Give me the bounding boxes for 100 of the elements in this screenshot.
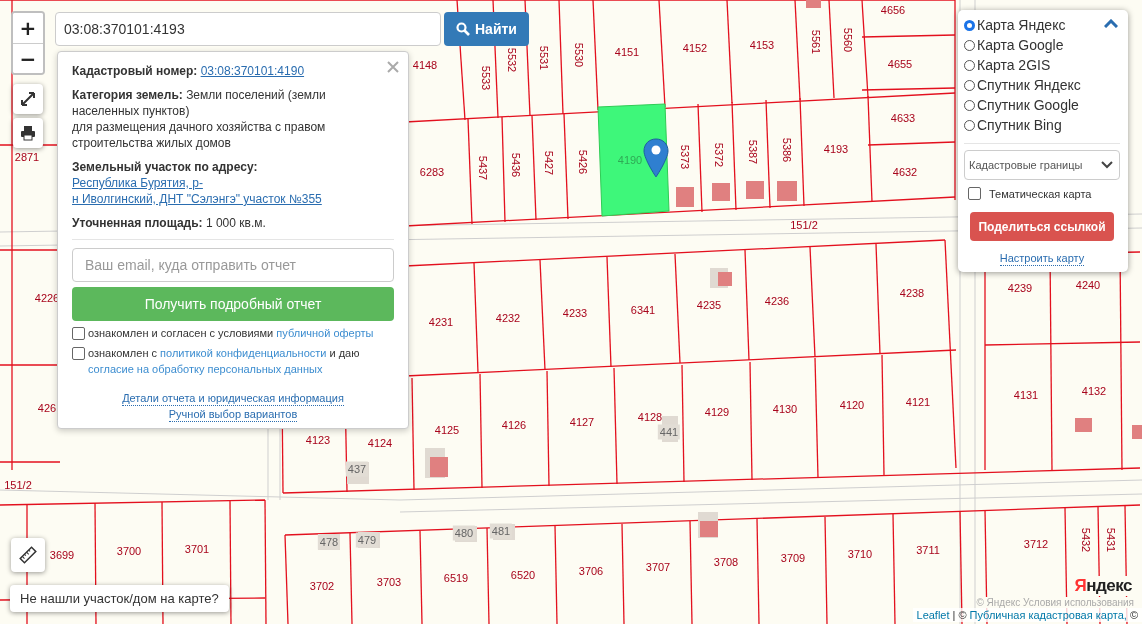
parcel-number[interactable]: 5373	[678, 144, 690, 170]
zoom-out-button[interactable]: −	[13, 43, 43, 73]
details-link[interactable]: Детали отчета и юридическая информация	[122, 391, 344, 406]
parcel-number[interactable]: 3701	[184, 543, 210, 555]
info-link[interactable]: Республика Бурятия, р-	[72, 176, 203, 190]
parcel-number[interactable]: 5431	[1104, 527, 1116, 553]
parcel-number[interactable]: 6283	[419, 166, 445, 178]
parcel-number[interactable]: 6519	[443, 572, 469, 584]
parcel-number[interactable]: 5386	[780, 137, 792, 163]
parcel-number[interactable]: 3712	[1023, 538, 1049, 550]
parcel-number[interactable]: 4132	[1081, 385, 1107, 397]
house-number[interactable]: 479	[355, 532, 379, 548]
parcel-number[interactable]: 3699	[49, 549, 75, 561]
parcel-number[interactable]: 5531	[537, 45, 549, 71]
parcel-number[interactable]: 5561	[809, 29, 821, 55]
attribution-link[interactable]: Leaflet	[916, 609, 950, 621]
parcel-number[interactable]: 4656	[880, 4, 906, 16]
parcel-number[interactable]: 5533	[479, 65, 491, 91]
location-pin-icon[interactable]	[643, 138, 669, 178]
parcel-number[interactable]: 4120	[839, 399, 865, 411]
agreement-link[interactable]: согласие на обработку персональных данных	[88, 363, 323, 375]
details-link[interactable]: Ручной выбор вариантов	[168, 407, 298, 422]
parcel-number[interactable]: 4121	[905, 396, 931, 408]
agreement-link[interactable]: публичной оферты	[276, 327, 374, 339]
parcel-number[interactable]: 5427	[542, 150, 554, 176]
fullscreen-button[interactable]	[13, 84, 43, 114]
parcel-number[interactable]: 5530	[572, 42, 584, 68]
parcel-number[interactable]: 4633	[890, 112, 916, 124]
agreement-checkbox[interactable]	[72, 347, 85, 360]
parcel-number[interactable]: 4151	[614, 46, 640, 58]
parcel-number[interactable]: 4239	[1007, 282, 1033, 294]
parcel-number[interactable]: 4131	[1013, 389, 1039, 401]
parcel-number[interactable]: 6520	[510, 569, 536, 581]
parcel-number[interactable]: 3708	[713, 556, 739, 568]
print-button[interactable]	[13, 118, 43, 148]
parcel-number[interactable]: 3711	[916, 544, 940, 556]
parcel-number[interactable]: 5436	[509, 152, 521, 178]
map-type-option[interactable]: Карта Google	[964, 35, 1081, 55]
parcel-number[interactable]: 4238	[899, 287, 925, 299]
map-type-option[interactable]: Карта 2GIS	[964, 55, 1081, 75]
parcel-number[interactable]: 4148	[412, 59, 438, 71]
parcel-number[interactable]: 5437	[476, 155, 488, 181]
parcel-number[interactable]: 426	[37, 402, 57, 414]
map-type-option[interactable]: Спутник Bing	[964, 115, 1081, 135]
parcel-number[interactable]: 5372	[712, 142, 724, 168]
search-field[interactable]: 03:08:370101:4193	[55, 12, 441, 46]
parcel-number[interactable]: 6341	[630, 304, 656, 316]
parcel-number[interactable]: 4152	[682, 42, 708, 54]
parcel-number[interactable]: 3700	[116, 545, 142, 557]
info-link[interactable]: 03:08:370101:4190	[200, 64, 305, 78]
house-number[interactable]: 480	[452, 525, 476, 541]
parcel-number[interactable]: 4130	[772, 403, 798, 415]
parcel-number[interactable]: 5560	[841, 27, 853, 53]
parcel-number[interactable]: 4235	[696, 299, 722, 311]
parcel-number[interactable]: 4655	[887, 58, 913, 70]
parcel-number[interactable]: 4124	[367, 437, 393, 449]
parcel-number[interactable]: 4126	[501, 419, 527, 431]
agreement-checkbox[interactable]	[72, 327, 85, 340]
email-field[interactable]: Ваш email, куда отправить отчет	[72, 248, 394, 282]
map-type-option[interactable]: Карта Яндекс	[964, 15, 1081, 35]
parcel-number[interactable]: 4232	[495, 312, 521, 324]
parcel-number[interactable]: 5532	[505, 47, 517, 73]
parcel-number[interactable]: 5426	[576, 149, 588, 175]
parcel-number[interactable]: 5432	[1079, 527, 1091, 553]
parcel-number[interactable]: 4632	[892, 166, 918, 178]
parcel-number[interactable]: 2871	[14, 151, 40, 163]
share-button[interactable]: Поделиться ссылкой	[970, 212, 1114, 241]
parcel-number[interactable]: 5387	[746, 139, 758, 165]
parcel-number[interactable]: 4129	[704, 406, 730, 418]
settings-link[interactable]: Настроить карту	[999, 251, 1085, 266]
attribution-link[interactable]: Публичная кадастровая карта,	[969, 609, 1127, 621]
house-number[interactable]: 437	[345, 461, 369, 477]
parcel-number[interactable]: 4125	[434, 424, 460, 436]
map-type-option[interactable]: Спутник Google	[964, 95, 1081, 115]
layer-select[interactable]: Кадастровые границы	[964, 150, 1120, 180]
parcel-number[interactable]: 4240	[1075, 279, 1101, 291]
parcel-number[interactable]: 4123	[305, 434, 331, 446]
parcel-number[interactable]: 3706	[578, 565, 604, 577]
parcel-number[interactable]: 3702	[309, 580, 335, 592]
map-type-option[interactable]: Спутник Яндекс	[964, 75, 1081, 95]
parcel-number[interactable]: 4127	[569, 416, 595, 428]
parcel-number[interactable]: 4128	[637, 411, 663, 423]
info-link[interactable]: н Иволгинский, ДНТ "Сэлэнгэ" участок №355	[72, 192, 322, 206]
parcel-number[interactable]: 3703	[376, 576, 402, 588]
parcel-number[interactable]: 4153	[749, 39, 775, 51]
parcel-number[interactable]: 4193	[823, 143, 849, 155]
selected-parcel[interactable]	[597, 103, 670, 217]
parcel-number[interactable]: 4236	[764, 295, 790, 307]
house-number[interactable]: 441	[657, 424, 681, 440]
house-number[interactable]: 481	[489, 523, 513, 539]
parcel-number[interactable]: 3709	[780, 552, 806, 564]
parcel-number[interactable]: 3710	[847, 548, 873, 560]
not-found-button[interactable]: Не нашли участок/дом на карте?	[10, 585, 229, 612]
thematic-checkbox[interactable]	[968, 187, 981, 200]
ruler-button[interactable]	[11, 538, 45, 572]
parcel-number[interactable]: 3707	[645, 561, 671, 573]
agreement-link[interactable]: политикой конфиденциальности	[160, 347, 327, 359]
parcel-number[interactable]: 4231	[428, 316, 454, 328]
search-button[interactable]: Найти	[444, 12, 529, 46]
parcel-number[interactable]: 4233	[562, 307, 588, 319]
